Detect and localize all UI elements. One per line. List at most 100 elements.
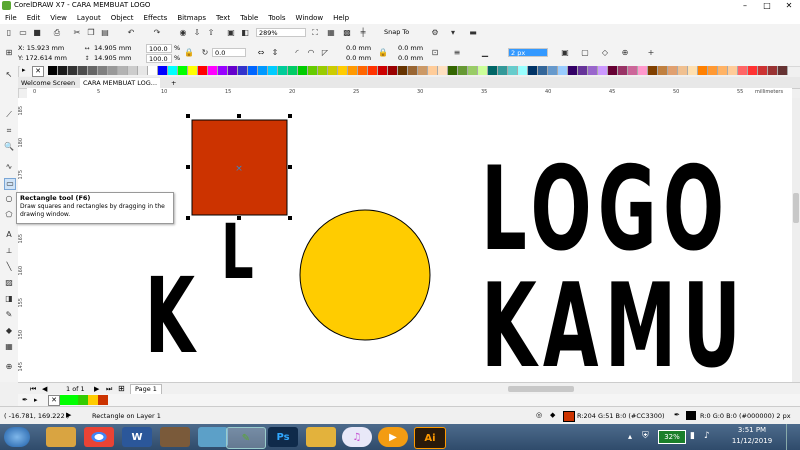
options-icon[interactable]: ⚙ bbox=[430, 28, 440, 38]
cut-icon[interactable]: ✂ bbox=[72, 28, 82, 38]
menu-edit[interactable]: Edit bbox=[22, 14, 46, 22]
guidelines-icon[interactable]: ╪ bbox=[358, 28, 368, 38]
menu-table[interactable]: Table bbox=[235, 14, 263, 22]
convert-to-curves-icon[interactable]: ◇ bbox=[600, 48, 610, 58]
palette-swatch[interactable] bbox=[598, 66, 608, 75]
menu-text[interactable]: Text bbox=[211, 14, 235, 22]
rulers-icon[interactable]: ▦ bbox=[326, 28, 336, 38]
palette-swatch[interactable] bbox=[398, 66, 408, 75]
menu-window[interactable]: Window bbox=[291, 14, 329, 22]
taskbar-photoshop[interactable]: Ps bbox=[268, 427, 298, 447]
tab-welcome-screen[interactable]: Welcome Screen bbox=[18, 78, 78, 88]
fill-color-swatch[interactable] bbox=[563, 411, 575, 422]
relative-corner-icon[interactable]: ⊡ bbox=[430, 48, 440, 58]
grid-icon[interactable]: ▩ bbox=[342, 28, 352, 38]
menu-layout[interactable]: Layout bbox=[72, 14, 106, 22]
palette-swatch[interactable] bbox=[88, 66, 98, 75]
palette-swatch[interactable] bbox=[68, 66, 78, 75]
minimize-button[interactable]: – bbox=[734, 0, 756, 11]
to-back-icon[interactable]: ▢ bbox=[580, 48, 590, 58]
text-tool-icon[interactable]: A bbox=[4, 230, 14, 240]
palette-swatch[interactable] bbox=[218, 66, 228, 75]
palette-swatch[interactable] bbox=[368, 66, 378, 75]
palette-swatch[interactable] bbox=[768, 66, 778, 75]
start-button[interactable] bbox=[4, 427, 30, 447]
scallop-corner-icon[interactable]: ◠ bbox=[306, 48, 316, 58]
palette-swatch[interactable] bbox=[208, 66, 218, 75]
eyedropper-icon[interactable]: ✒ bbox=[22, 396, 28, 404]
save-icon[interactable]: ■ bbox=[32, 28, 42, 38]
vertical-scrollbar[interactable] bbox=[792, 98, 800, 382]
doc-swatch-dark-green[interactable] bbox=[78, 395, 88, 405]
doc-swatch-orange-red[interactable] bbox=[98, 395, 108, 405]
scale-width-field[interactable]: 100.0 bbox=[146, 44, 172, 53]
palette-swatch[interactable] bbox=[608, 66, 618, 75]
palette-swatch[interactable] bbox=[318, 66, 328, 75]
smart-fill-tool-icon[interactable]: ▦ bbox=[4, 342, 14, 352]
palette-swatch[interactable] bbox=[728, 66, 738, 75]
zoom-tool-icon[interactable]: 🔍 bbox=[4, 142, 14, 152]
snap-to-dropdown[interactable]: Snap To bbox=[382, 28, 420, 37]
palette-swatch[interactable] bbox=[658, 66, 668, 75]
print-icon[interactable]: ⎙ bbox=[52, 28, 62, 38]
palette-swatch[interactable] bbox=[618, 66, 628, 75]
palette-swatch[interactable] bbox=[298, 66, 308, 75]
scale-height-field[interactable]: 100.0 bbox=[146, 54, 172, 63]
mirror-horizontal-icon[interactable]: ⇔ bbox=[256, 48, 266, 58]
battery-indicator[interactable]: 32% bbox=[658, 430, 686, 444]
palette-swatch[interactable] bbox=[98, 66, 108, 75]
no-color-swatch[interactable]: ✕ bbox=[32, 66, 44, 77]
palette-swatch[interactable] bbox=[138, 66, 148, 75]
open-icon[interactable]: ▭ bbox=[18, 28, 28, 38]
status-play-icon[interactable]: ▶ bbox=[66, 411, 71, 419]
corner-radius-4[interactable]: 0.0 mm bbox=[396, 54, 426, 63]
taskbar-app-blue[interactable] bbox=[198, 427, 228, 447]
palette-swatch[interactable] bbox=[538, 66, 548, 75]
palette-swatch[interactable] bbox=[128, 66, 138, 75]
publish-pdf-icon[interactable]: ▣ bbox=[226, 28, 236, 38]
palette-swatch[interactable] bbox=[628, 66, 638, 75]
wrap-text-icon[interactable]: ≡ bbox=[452, 48, 462, 58]
menu-help[interactable]: Help bbox=[328, 14, 354, 22]
redo-icon[interactable]: ↷ bbox=[152, 28, 162, 38]
ellipse-tool-icon[interactable]: ○ bbox=[4, 194, 14, 204]
palette-swatch[interactable] bbox=[668, 66, 678, 75]
lock-corners-icon[interactable]: 🔒 bbox=[378, 48, 388, 58]
horizontal-scroll-thumb[interactable] bbox=[508, 386, 574, 392]
drawing-window[interactable]: × L K LOGO KAMU bbox=[27, 98, 792, 382]
taskbar-explorer[interactable] bbox=[46, 427, 76, 447]
show-desktop-button[interactable] bbox=[786, 424, 800, 450]
palette-swatch[interactable] bbox=[148, 66, 158, 75]
menu-bitmaps[interactable]: Bitmaps bbox=[172, 14, 211, 22]
taskbar-itunes[interactable]: ♫ bbox=[342, 427, 372, 447]
palette-swatch[interactable] bbox=[158, 66, 168, 75]
application-launcher-icon[interactable]: ◧ bbox=[240, 28, 250, 38]
palette-swatch[interactable] bbox=[578, 66, 588, 75]
menu-file[interactable]: File bbox=[0, 14, 22, 22]
mirror-vertical-icon[interactable]: ⇕ bbox=[270, 48, 280, 58]
pick-tool-icon[interactable]: ↖ bbox=[4, 70, 14, 80]
security-icon[interactable]: ⛨ bbox=[642, 431, 649, 441]
palette-swatch[interactable] bbox=[288, 66, 298, 75]
x-position-field[interactable]: X: 15.923 mm bbox=[18, 44, 64, 53]
palette-swatch[interactable] bbox=[458, 66, 468, 75]
palette-swatch[interactable] bbox=[268, 66, 278, 75]
palette-swatch[interactable] bbox=[248, 66, 258, 75]
palette-swatch[interactable] bbox=[758, 66, 768, 75]
palette-swatch[interactable] bbox=[358, 66, 368, 75]
import-icon[interactable]: ⇩ bbox=[192, 28, 202, 38]
chamfer-corner-icon[interactable]: ◸ bbox=[320, 48, 330, 58]
no-color-swatch[interactable]: ✕ bbox=[48, 395, 60, 406]
launcher-icon[interactable]: ▾ bbox=[448, 28, 458, 38]
palette-swatch[interactable] bbox=[708, 66, 718, 75]
palette-arrow-icon[interactable]: ▸ bbox=[22, 66, 26, 74]
interactive-fill-tool-icon[interactable]: ◆ bbox=[4, 326, 14, 336]
palette-swatch[interactable] bbox=[188, 66, 198, 75]
outline-width-field[interactable]: 2 px bbox=[508, 48, 548, 57]
palette-swatch[interactable] bbox=[178, 66, 188, 75]
palette-swatch[interactable] bbox=[558, 66, 568, 75]
volume-icon[interactable]: ♪ bbox=[704, 431, 710, 441]
dimension-tool-icon[interactable]: ⟂ bbox=[4, 246, 14, 256]
palette-swatch[interactable] bbox=[308, 66, 318, 75]
clock-time[interactable]: 3:51 PM bbox=[724, 426, 780, 434]
